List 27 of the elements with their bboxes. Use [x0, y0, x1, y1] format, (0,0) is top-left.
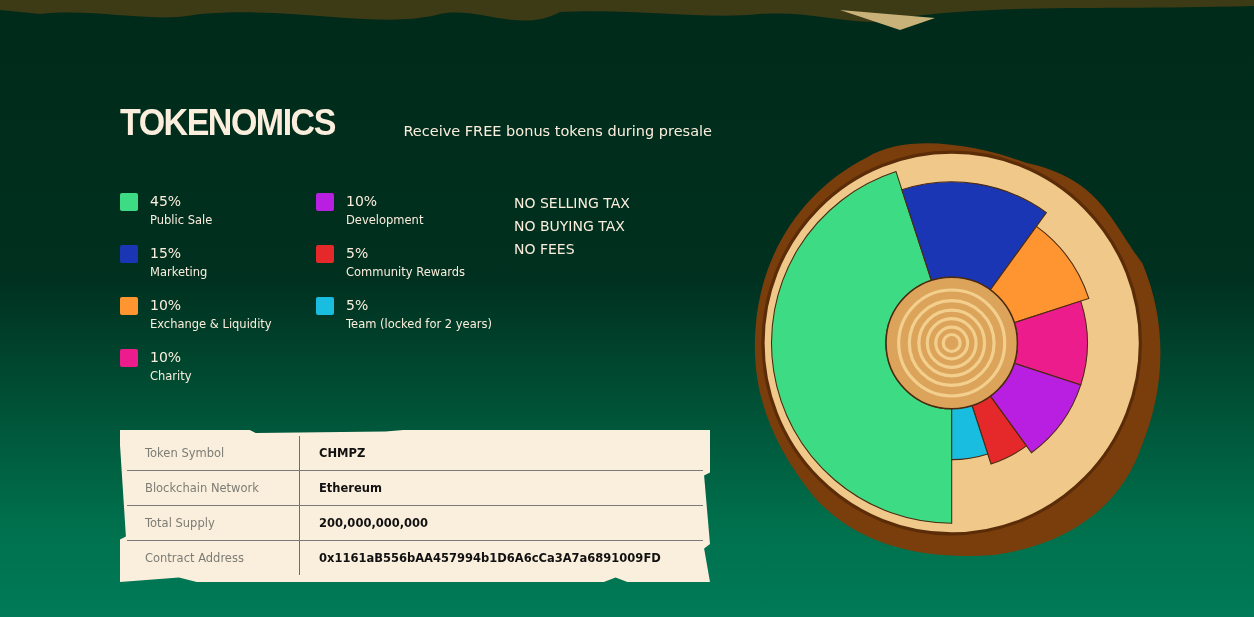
info-value: Ethereum — [318, 480, 383, 497]
allocation-percent: 10% — [346, 192, 379, 210]
subtitle: Receive FREE bonus tokens during presale — [403, 123, 712, 139]
allocation-percent: 5% — [346, 296, 370, 314]
tax-note: NO FEES — [514, 240, 576, 259]
info-label: Contract Address — [127, 541, 300, 575]
section-title: TOKENOMICS — [120, 101, 335, 144]
info-label: Token Symbol — [127, 436, 300, 470]
allocation-percent: 15% — [150, 244, 183, 262]
info-value: 200,000,000,000 — [318, 515, 430, 532]
allocation-label: Team (locked for 2 years) — [346, 316, 492, 333]
info-value: CHMPZ — [318, 445, 367, 462]
info-label: Blockchain Network — [127, 471, 300, 505]
allocation-percent: 45% — [150, 192, 183, 210]
allocation-label: Public Sale — [150, 212, 213, 229]
info-label: Total Supply — [127, 506, 300, 540]
allocation-percent: 5% — [346, 244, 370, 262]
allocation-label: Community Rewards — [346, 264, 466, 281]
allocation-label: Marketing — [150, 264, 208, 281]
allocation-label: Exchange & Liquidity — [150, 316, 272, 333]
allocation-label: Charity — [150, 368, 192, 385]
tax-note: NO SELLING TAX — [514, 194, 631, 213]
tax-note: NO BUYING TAX — [514, 217, 626, 236]
allocation-label: Development — [346, 212, 424, 229]
allocation-percent: 10% — [150, 296, 183, 314]
info-value: 0x1161aB556bAA457994b1D6A6cCa3A7a6891009FD — [318, 550, 662, 567]
allocation-percent: 10% — [150, 348, 183, 366]
